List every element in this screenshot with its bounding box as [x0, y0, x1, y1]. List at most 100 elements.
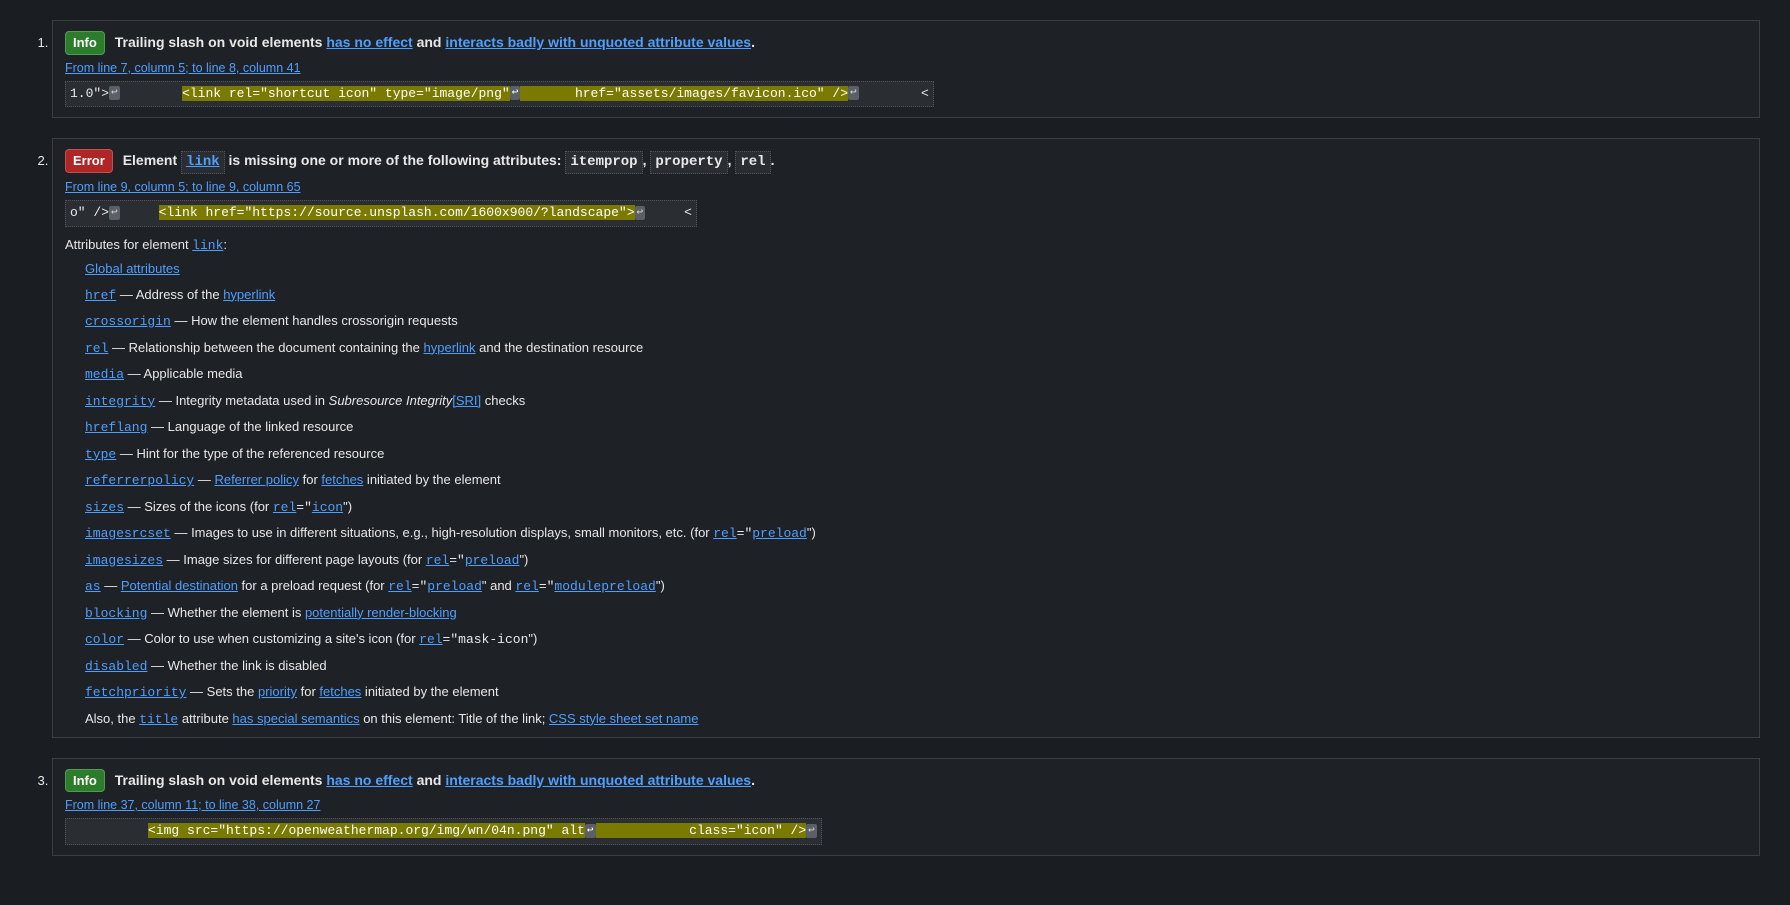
attr-name-link[interactable]: integrity	[85, 394, 155, 409]
attr-desc-link[interactable]: [SRI]	[452, 393, 481, 408]
attr-item: crossorigin — How the element handles cr…	[85, 311, 1747, 332]
message-box: Error Element link is missing one or mor…	[52, 138, 1760, 737]
info-badge: Info	[65, 31, 105, 55]
attr-name-link[interactable]: href	[85, 288, 116, 303]
attr-desc: " and	[482, 578, 516, 593]
attr-desc-link[interactable]: hyperlink	[223, 287, 275, 302]
attr-global: Global attributes	[85, 259, 1747, 279]
attr-desc: for a preload request (for	[238, 578, 388, 593]
location-link[interactable]: From line 9, column 5; to line 9, column…	[65, 180, 301, 194]
attr-name-link[interactable]: rel	[85, 341, 108, 356]
attr-code-link[interactable]: rel	[515, 579, 538, 594]
message-location: From line 9, column 5; to line 9, column…	[65, 180, 1747, 194]
message-location: From line 7, column 5; to line 8, column…	[65, 61, 1747, 75]
attr-name-link[interactable]: imagesizes	[85, 553, 163, 568]
attr-desc: ")	[528, 631, 537, 646]
attr-code-link[interactable]: modulepreload	[554, 579, 655, 594]
attr-name-link[interactable]: as	[85, 579, 101, 594]
attr-name-link[interactable]: fetchpriority	[85, 685, 186, 700]
heading-link-interacts-badly[interactable]: interacts badly with unquoted attribute …	[445, 772, 751, 788]
attr-code-link[interactable]: preload	[465, 553, 520, 568]
attr-desc: ")	[656, 578, 665, 593]
code-extract: 1.0">↩ <link rel="shortcut icon" type="i…	[65, 81, 934, 108]
attr-desc-link[interactable]: Potential destination	[121, 578, 238, 593]
attr-name-link[interactable]: media	[85, 367, 124, 382]
attr-item: integrity — Integrity metadata used in S…	[85, 391, 1747, 412]
attr-desc: Sets the	[207, 684, 258, 699]
attr-name-link[interactable]: disabled	[85, 659, 147, 674]
attr-desc-link[interactable]: Referrer policy	[214, 472, 299, 487]
attr-desc-link[interactable]: priority	[258, 684, 297, 699]
attr-sep: —	[147, 658, 167, 673]
newline-icon: ↩	[510, 86, 521, 100]
message-item: Error Element link is missing one or mor…	[52, 138, 1760, 737]
attr-desc-link[interactable]: fetches	[319, 684, 361, 699]
global-attributes-link[interactable]: Global attributes	[85, 261, 180, 276]
desc-intro-post: :	[223, 237, 227, 252]
attr-desc-link[interactable]: potentially render-blocking	[305, 605, 457, 620]
attr-code-link[interactable]: rel	[273, 500, 296, 515]
attr-desc-link[interactable]: fetches	[321, 472, 363, 487]
attr-name-link[interactable]: referrerpolicy	[85, 473, 194, 488]
attr-name-link[interactable]: color	[85, 632, 124, 647]
attr-desc: initiated by the element	[363, 472, 500, 487]
extract-post: <	[645, 205, 692, 220]
heading-link-no-effect[interactable]: has no effect	[326, 772, 412, 788]
heading-link-no-effect[interactable]: has no effect	[326, 34, 412, 50]
location-link[interactable]: From line 37, column 11; to line 38, col…	[65, 798, 320, 812]
heading-attr: itemprop	[565, 151, 642, 174]
footer-special-semantics-link[interactable]: has special semantics	[232, 711, 359, 726]
attr-item: rel — Relationship between the document …	[85, 338, 1747, 359]
attr-item: referrerpolicy — Referrer policy for fet…	[85, 470, 1747, 491]
attr-item: imagesizes — Image sizes for different p…	[85, 550, 1747, 571]
attr-item: media — Applicable media	[85, 364, 1747, 385]
attr-code-link[interactable]: icon	[312, 500, 343, 515]
attr-item: color — Color to use when customizing a …	[85, 629, 1747, 650]
heading-text-mid: is missing one or more of the following …	[225, 152, 566, 168]
attr-sep: —	[163, 552, 183, 567]
heading-element-link[interactable]: link	[186, 154, 220, 170]
attr-name-link[interactable]: blocking	[85, 606, 147, 621]
attr-desc-em: Subresource Integrity	[329, 393, 453, 408]
attr-desc: Image sizes for different page layouts (…	[183, 552, 426, 567]
attr-desc-link[interactable]: hyperlink	[424, 340, 476, 355]
heading-text-mid: and	[413, 772, 446, 788]
attr-desc: Address of the	[136, 287, 223, 302]
heading-text-pre: Trailing slash on void elements	[115, 772, 327, 788]
footer-title-link[interactable]: title	[139, 712, 178, 727]
attr-eq: ="	[539, 579, 555, 594]
extract-highlight-a: <img src="https://openweathermap.org/img…	[148, 823, 585, 838]
extract-gap	[120, 205, 159, 220]
attr-name-link[interactable]: sizes	[85, 500, 124, 515]
attr-code-link[interactable]: rel	[713, 526, 736, 541]
attr-sep: —	[155, 393, 175, 408]
extract-highlight-b: class="icon" />	[689, 823, 806, 838]
attr-code-link[interactable]: preload	[752, 526, 807, 541]
attr-code-link[interactable]: rel	[388, 579, 411, 594]
footer-css-link[interactable]: CSS style sheet set name	[549, 711, 699, 726]
desc-intro-element-link[interactable]: link	[192, 238, 223, 253]
attr-item: sizes — Sizes of the icons (for rel="ico…	[85, 497, 1747, 518]
attribute-list-detailed: href — Address of the hyperlink crossorig…	[65, 285, 1747, 703]
attr-code-link[interactable]: rel	[419, 632, 442, 647]
attr-sep: —	[108, 340, 128, 355]
attr-code-link[interactable]: preload	[427, 579, 482, 594]
attr-item: type — Hint for the type of the referenc…	[85, 444, 1747, 465]
attr-name-link[interactable]: type	[85, 447, 116, 462]
attr-item: fetchpriority — Sets the priority for fe…	[85, 682, 1747, 703]
attr-name-link[interactable]: imagesrcset	[85, 526, 171, 541]
attr-name-link[interactable]: crossorigin	[85, 314, 171, 329]
location-link[interactable]: From line 7, column 5; to line 8, column…	[65, 61, 301, 75]
heading-link-interacts-badly[interactable]: interacts badly with unquoted attribute …	[445, 34, 751, 50]
info-badge: Info	[65, 769, 105, 793]
extract-gap-hl	[596, 823, 690, 838]
attr-name-link[interactable]: hreflang	[85, 420, 147, 435]
attr-code-link[interactable]: rel	[426, 553, 449, 568]
extract-gap	[120, 86, 182, 101]
attribute-list: Global attributes	[65, 259, 1747, 279]
attr-eq: ="	[449, 553, 465, 568]
heading-text-pre: Trailing slash on void elements	[115, 34, 327, 50]
attr-eq: ="	[296, 500, 312, 515]
attr-item: disabled — Whether the link is disabled	[85, 656, 1747, 677]
attr-item: blocking — Whether the element is potent…	[85, 603, 1747, 624]
